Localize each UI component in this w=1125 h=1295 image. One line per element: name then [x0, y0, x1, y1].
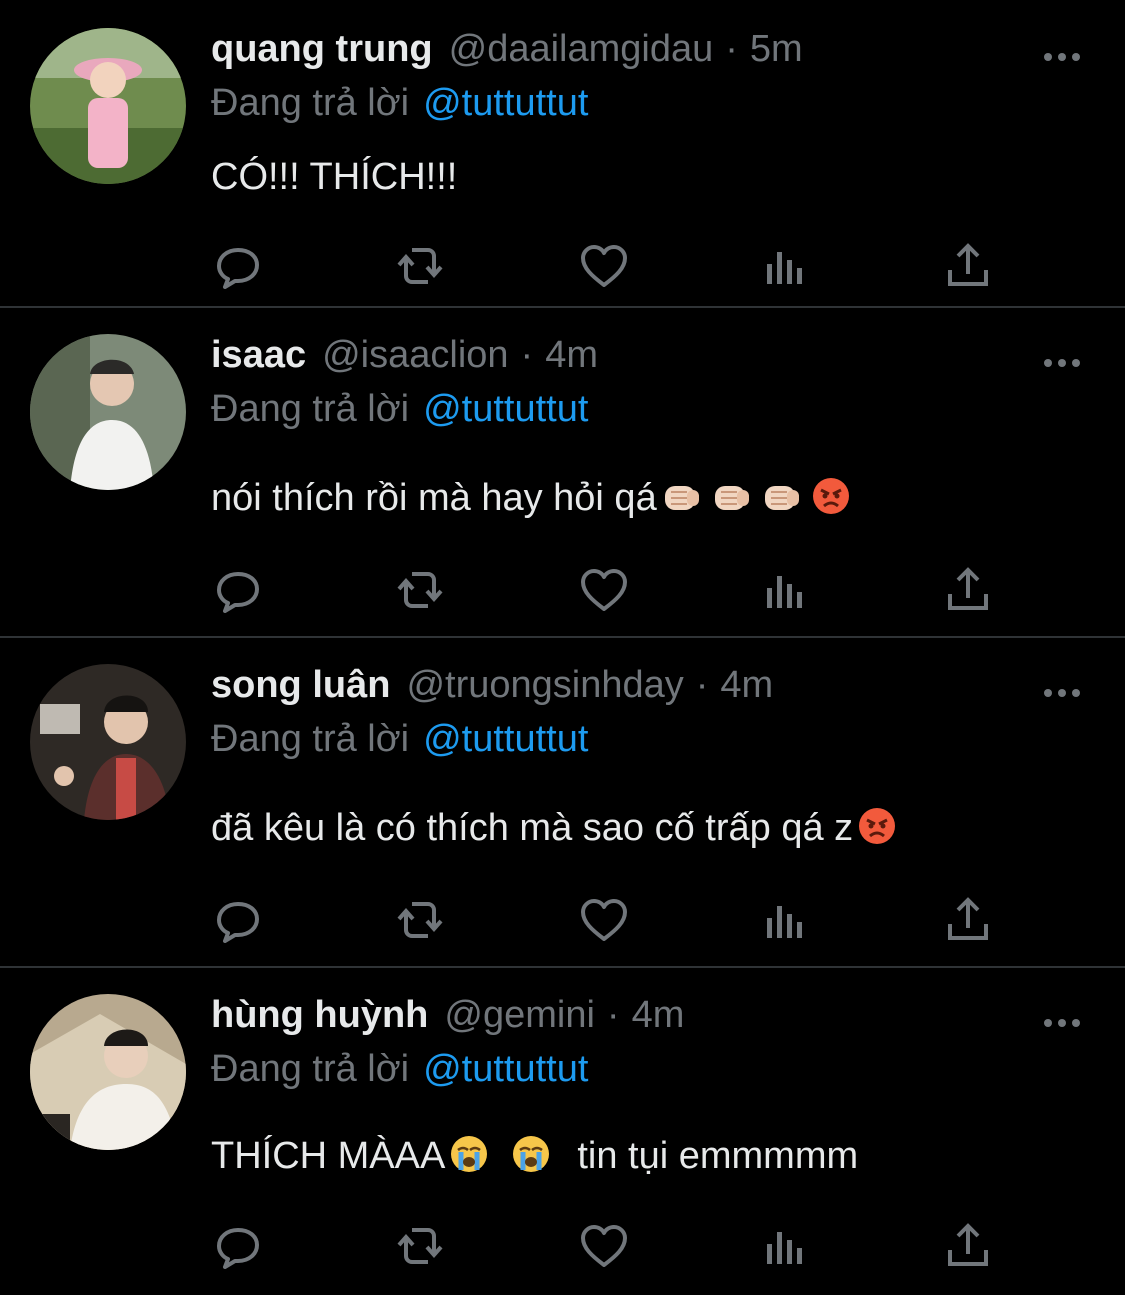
reply-mention[interactable]: @tuttuttut [423, 82, 588, 124]
reply-mention[interactable]: @tuttuttut [423, 1048, 588, 1090]
tweet-header: quang trung @daailamgidau · 5m [211, 28, 803, 84]
share-icon[interactable] [940, 562, 996, 618]
retweet-icon[interactable] [392, 238, 448, 294]
tweet[interactable]: isaac @isaaclion · 4m Đang trả lời @tuttu… [0, 334, 1125, 634]
tweet-text: CÓ!!! THÍCH!!! [211, 156, 458, 198]
display-name[interactable]: isaac [211, 334, 306, 377]
avatar[interactable] [30, 334, 186, 490]
timestamp[interactable]: 4m [632, 994, 685, 1037]
tweet-body: đã kêu là có thích mà sao cố trấp qá z [211, 806, 901, 856]
like-icon[interactable] [576, 238, 632, 294]
reply-prefix: Đang trả lời [211, 82, 410, 124]
reply-icon[interactable] [210, 562, 266, 618]
timestamp[interactable]: 5m [750, 28, 803, 71]
more-icon[interactable] [1040, 342, 1084, 372]
reply-prefix: Đang trả lời [211, 718, 410, 760]
reply-context: Đang trả lời @tuttuttut [211, 388, 588, 431]
share-icon[interactable] [940, 1218, 996, 1274]
username[interactable]: @truongsinhday [406, 664, 683, 707]
avatar[interactable] [30, 664, 186, 820]
more-icon[interactable] [1040, 672, 1084, 702]
share-icon[interactable] [940, 892, 996, 948]
avatar[interactable] [30, 994, 186, 1150]
tweet[interactable]: hùng huỳnh @gemini · 4m Đang trả lời @tut… [0, 994, 1125, 1294]
angry-face-emoji [811, 476, 851, 526]
retweet-icon[interactable] [392, 562, 448, 618]
action-bar [0, 238, 1125, 294]
retweet-icon[interactable] [392, 1218, 448, 1274]
separator: · [725, 28, 738, 70]
action-bar [0, 562, 1125, 618]
analytics-icon[interactable] [758, 562, 814, 618]
share-icon[interactable] [940, 238, 996, 294]
tweet[interactable]: quang trung @daailamgidau · 5m Đang trả … [0, 28, 1125, 308]
username[interactable]: @daailamgidau [449, 28, 714, 71]
more-icon[interactable] [1040, 1002, 1084, 1032]
reply-prefix: Đang trả lời [211, 1048, 410, 1090]
angry-face-emoji [857, 806, 897, 856]
analytics-icon[interactable] [758, 892, 814, 948]
display-name[interactable]: quang trung [211, 28, 433, 71]
username[interactable]: @gemini [444, 994, 595, 1037]
oncoming-fist-emoji [661, 480, 703, 526]
reply-icon[interactable] [210, 1218, 266, 1274]
tweet-text: đã kêu là có thích mà sao cố trấp qá z [211, 807, 854, 849]
reply-context: Đang trả lời @tuttuttut [211, 1048, 588, 1091]
tweet-header: hùng huỳnh @gemini · 4m [211, 994, 684, 1050]
analytics-icon[interactable] [758, 1218, 814, 1274]
tweet-body: THÍCH MÀAA tin tụi emmmmm [211, 1134, 858, 1184]
divider [0, 306, 1125, 308]
reply-icon[interactable] [210, 892, 266, 948]
timestamp[interactable]: 4m [720, 664, 773, 707]
reply-prefix: Đang trả lời [211, 388, 410, 430]
tweet-text: THÍCH MÀAA [211, 1135, 446, 1177]
crying-face-emoji [511, 1134, 551, 1184]
analytics-icon[interactable] [758, 238, 814, 294]
tweet-text: nói thích rồi mà hay hỏi qá [211, 477, 657, 519]
display-name[interactable]: song luân [211, 664, 390, 707]
separator: · [520, 334, 534, 376]
crying-face-emoji [449, 1134, 489, 1184]
tweet-body: nói thích rồi mà hay hỏi qá [211, 476, 855, 526]
action-bar [0, 1218, 1125, 1274]
oncoming-fist-emoji [761, 480, 803, 526]
avatar[interactable] [30, 28, 186, 184]
tweet-text-continued: tin tụi emmmmm [577, 1135, 859, 1177]
reply-icon[interactable] [210, 238, 266, 294]
separator: · [606, 994, 620, 1036]
divider [0, 636, 1125, 638]
oncoming-fist-emoji [711, 480, 753, 526]
username[interactable]: @isaaclion [322, 334, 508, 377]
reply-mention[interactable]: @tuttuttut [423, 718, 588, 760]
reply-mention[interactable]: @tuttuttut [423, 388, 588, 430]
separator: · [695, 664, 709, 706]
reply-context: Đang trả lời @tuttuttut [211, 82, 588, 125]
display-name[interactable]: hùng huỳnh [211, 994, 428, 1037]
reply-context: Đang trả lời @tuttuttut [211, 718, 588, 761]
like-icon[interactable] [576, 892, 632, 948]
divider [0, 966, 1125, 968]
action-bar [0, 892, 1125, 948]
retweet-icon[interactable] [392, 892, 448, 948]
more-icon[interactable] [1040, 36, 1084, 66]
tweet[interactable]: song luân @truongsinhday · 4m Đang trả l… [0, 664, 1125, 964]
like-icon[interactable] [576, 1218, 632, 1274]
timestamp[interactable]: 4m [545, 334, 598, 377]
tweet-header: isaac @isaaclion · 4m [211, 334, 598, 390]
tweet-header: song luân @truongsinhday · 4m [211, 664, 773, 720]
like-icon[interactable] [576, 562, 632, 618]
